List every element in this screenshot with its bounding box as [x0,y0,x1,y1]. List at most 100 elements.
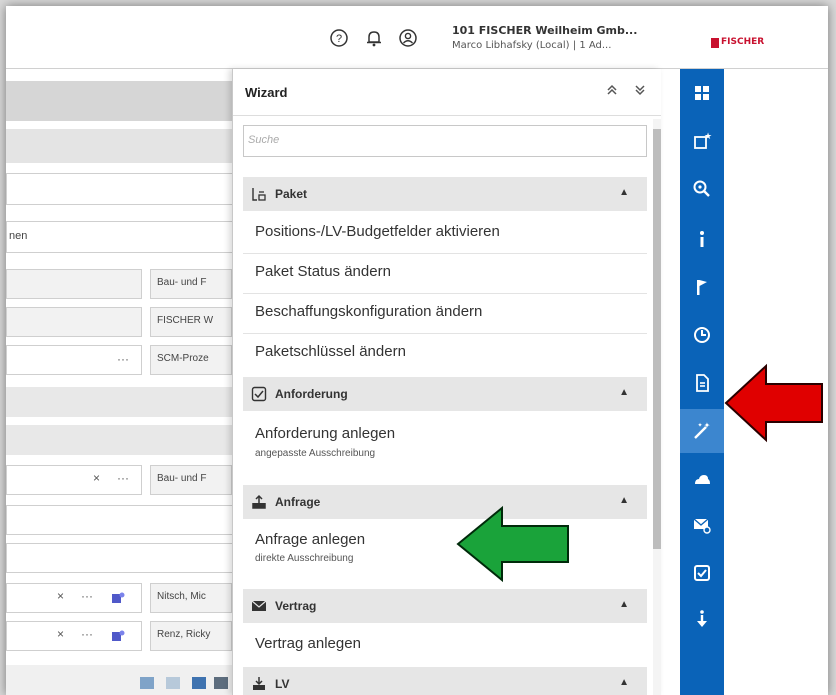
logo-text: FISCHER [721,37,765,47]
svg-text:★: ★ [704,132,712,142]
form-input[interactable]: ··· [6,345,142,375]
help-icon[interactable]: ? [329,28,349,48]
form-input[interactable]: FISCHER W [150,307,232,337]
form-input[interactable]: Renz, Ricky [150,621,232,651]
form-header-bar [6,81,246,121]
checkbox-icon [251,386,267,402]
flag-icon[interactable] [692,277,712,297]
form-input[interactable]: Bau- und F [150,465,232,495]
toolbar-table-icon[interactable] [192,677,206,689]
collapse-caret-icon[interactable]: ▲ [619,495,629,506]
wizard-item-title[interactable]: Anforderung anlegen [255,425,395,442]
svg-text:?: ? [336,33,342,45]
checkbox-icon[interactable] [692,563,712,583]
wizard-item-subtitle: direkte Ausschreibung [255,553,354,564]
download-arrow-icon[interactable] [692,609,712,629]
form-input[interactable]: × ··· [6,583,142,613]
collapse-caret-icon[interactable]: ▲ [619,677,629,688]
user-name[interactable]: Marco Libhafsky (Local) | 1 Ad... [452,40,611,51]
field-value: SCM-Proze [157,353,209,364]
form-input[interactable] [6,269,142,299]
form-input[interactable] [6,307,142,337]
form-input[interactable]: Nitsch, Mic [150,583,232,613]
divider [243,333,647,334]
wizard-header: Wizard [233,69,661,116]
form-input[interactable]: × ··· [6,621,142,651]
background-form: nen Bau- und F FISCHER W ··· SCM-Proze ×… [6,69,246,695]
field-value: FISCHER W [157,315,214,326]
form-section-bar [6,129,246,163]
teams-icon[interactable] [111,591,125,605]
more-button[interactable]: ··· [117,471,129,485]
section-label: LV [275,677,290,691]
section-label: Vertrag [275,599,317,613]
download-icon [253,677,265,690]
toolbar-print-icon[interactable] [214,677,228,689]
search-zoom-icon[interactable] [692,179,712,199]
section-lv[interactable]: LV ▲ [243,667,647,695]
form-row: nen [6,221,246,253]
section-vertrag[interactable]: Vertrag ▲ [243,589,647,623]
more-button[interactable]: ··· [81,589,93,603]
clock-icon[interactable] [692,325,712,345]
section-paket[interactable]: Paket ▲ [243,177,647,211]
form-section-bar [6,387,246,417]
apps-icon[interactable] [692,83,712,103]
wizard-item[interactable]: Beschaffungskonfiguration ändern [255,303,482,320]
collapse-caret-icon[interactable]: ▲ [619,187,629,198]
clear-button[interactable]: × [57,589,64,603]
search-placeholder: Suche [248,134,280,146]
form-row [6,505,246,535]
company-logo: FISCHER [711,37,764,51]
collapse-all-icon[interactable] [605,83,619,97]
divider [243,293,647,294]
wizard-search-input[interactable]: Suche [243,125,647,157]
collapse-caret-icon[interactable]: ▲ [619,599,629,610]
scrollbar-thumb[interactable] [653,129,661,549]
form-input[interactable]: Bau- und F [150,269,232,299]
company-name[interactable]: 101 FISCHER Weilheim Gmb... [452,24,637,37]
top-bar: ? 101 FISCHER Weilheim Gmb... Marco Libh… [6,6,828,69]
info-icon[interactable] [692,229,712,249]
package-icon [252,188,266,201]
more-button[interactable]: ··· [117,352,129,366]
more-button[interactable]: ··· [81,627,93,641]
collapse-caret-icon[interactable]: ▲ [619,387,629,398]
section-anfrage[interactable]: Anfrage ▲ [243,485,647,519]
toolbar-folder-icon[interactable] [166,677,180,689]
section-label: Anfrage [275,495,321,509]
form-input[interactable]: SCM-Proze [150,345,232,375]
toolbar-folder-icon[interactable] [140,677,154,689]
teams-icon[interactable] [111,629,125,643]
field-value: Bau- und F [157,277,207,288]
wizard-item-title[interactable]: Anfrage anlegen [255,531,365,548]
form-section-bar [6,425,246,455]
document-icon[interactable] [692,373,712,393]
wizard-rail-button[interactable]: ✦ ✦ [680,409,724,453]
screenshot-frame: ? 101 FISCHER Weilheim Gmb... Marco Libh… [0,0,836,695]
cloud-icon[interactable] [692,469,712,489]
section-label: Paket [275,187,308,201]
form-toolbar [6,665,246,695]
section-anforderung[interactable]: Anforderung ▲ [243,377,647,411]
new-window-icon[interactable]: ★ [692,131,712,151]
field-value: Nitsch, Mic [157,591,206,602]
form-row [6,543,246,573]
expand-all-icon[interactable] [633,83,647,97]
wizard-item[interactable]: Paketschlüssel ändern [255,343,406,360]
divider [243,253,647,254]
wizard-item[interactable]: Positions-/LV-Budgetfelder aktivieren [255,223,500,240]
wand-icon: ✦ ✦ [694,421,711,439]
clear-button[interactable]: × [93,471,100,485]
mail-settings-icon[interactable] [692,515,712,535]
app-window: ? 101 FISCHER Weilheim Gmb... Marco Libh… [6,6,828,695]
logo-mark [711,38,719,48]
bell-icon[interactable] [364,28,384,48]
wizard-item[interactable]: Paket Status ändern [255,263,391,280]
user-icon[interactable] [398,28,418,48]
envelope-icon [251,600,267,611]
side-rail: ★ ✦ ✦ [680,69,724,695]
form-input[interactable]: × ··· [6,465,142,495]
wizard-item[interactable]: Vertrag anlegen [255,635,361,652]
clear-button[interactable]: × [57,627,64,641]
